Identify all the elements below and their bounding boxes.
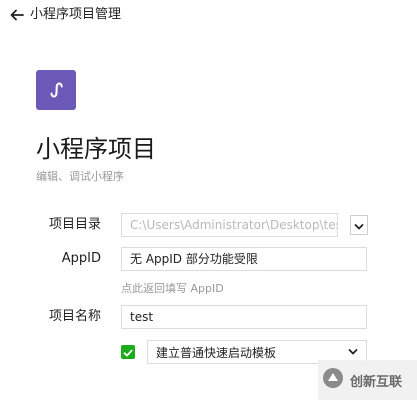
template-select-value: 建立普通快速启动模板 — [156, 345, 277, 360]
page-subtitle: 编辑、调试小程序 — [36, 170, 124, 183]
chevron-down-icon — [354, 216, 364, 235]
top-bar: 小程序项目管理 — [10, 4, 121, 26]
project-dir-dropdown-button[interactable] — [350, 215, 368, 235]
project-dir-row: 项目目录 C:\Users\Administrator\Desktop\test — [0, 213, 417, 237]
appid-input[interactable]: 无 AppID 部分功能受限 — [121, 247, 367, 271]
mini-program-logo-icon — [36, 70, 76, 110]
watermark: 创新互联 — [318, 360, 417, 400]
page-title: 小程序项目 — [36, 135, 156, 163]
project-name-label: 项目名称 — [48, 309, 101, 324]
chevron-down-icon — [348, 345, 358, 359]
project-dir-input[interactable]: C:\Users\Administrator\Desktop\test — [121, 213, 338, 237]
checkmark-icon — [123, 343, 133, 362]
watermark-logo-icon — [322, 367, 344, 393]
project-dir-label: 项目目录 — [48, 217, 101, 232]
watermark-text: 创新互联 — [350, 374, 403, 390]
template-checkbox[interactable] — [121, 345, 135, 359]
header-title: 小程序项目管理 — [30, 7, 122, 22]
appid-row: AppID 无 AppID 部分功能受限 — [0, 247, 417, 271]
arrow-left-icon[interactable] — [10, 8, 24, 22]
appid-hint-link[interactable]: 点此返回填写 AppID — [121, 280, 224, 296]
project-name-input[interactable]: test — [121, 305, 367, 329]
project-name-row: 项目名称 test — [0, 305, 417, 329]
appid-label: AppID — [61, 251, 101, 266]
